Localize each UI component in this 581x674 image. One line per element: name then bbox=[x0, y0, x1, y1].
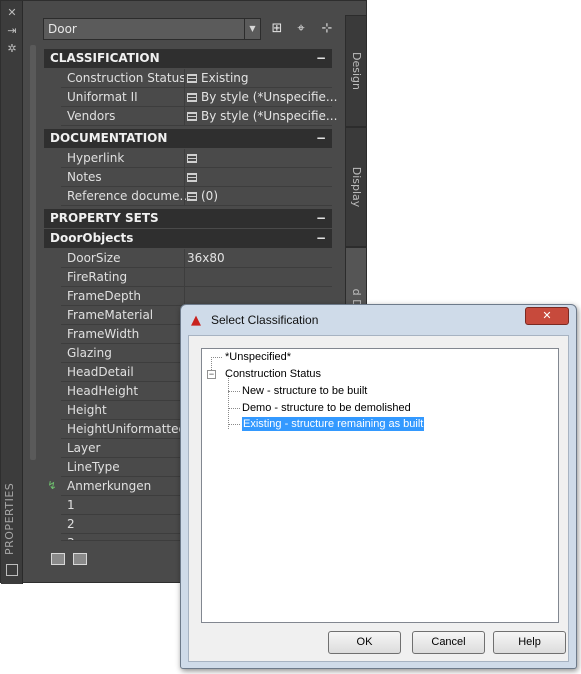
add-property-set-icon[interactable] bbox=[51, 553, 65, 565]
property-label: FrameDepth bbox=[67, 289, 141, 303]
property-label: HeightUniformatted bbox=[67, 422, 187, 436]
property-row[interactable]: Hyperlink bbox=[61, 149, 332, 168]
tree-line bbox=[228, 408, 240, 409]
property-row[interactable]: Construction Status Existing bbox=[61, 69, 332, 88]
property-value: Existing bbox=[201, 71, 249, 85]
property-row[interactable]: DoorSize 36x80 bbox=[61, 249, 332, 268]
tree-line bbox=[228, 424, 240, 425]
value-cell[interactable] bbox=[184, 168, 332, 187]
autocad-logo-icon: ▲ bbox=[191, 313, 201, 328]
value-cell[interactable] bbox=[184, 149, 332, 168]
property-label: 1 bbox=[67, 498, 75, 512]
property-row[interactable]: Vendors By style (*Unspecifie... bbox=[61, 107, 337, 126]
property-label: DoorSize bbox=[67, 251, 121, 265]
property-label: FireRating bbox=[67, 270, 128, 284]
collapse-expander-icon[interactable]: − bbox=[207, 370, 216, 379]
section-classification[interactable]: CLASSIFICATION − bbox=[44, 49, 332, 68]
collapse-icon[interactable]: − bbox=[316, 209, 326, 228]
property-label: 2 bbox=[67, 517, 75, 531]
data-format-icon: ↯ bbox=[47, 479, 57, 492]
property-label: FrameMaterial bbox=[67, 308, 154, 322]
toggle-pickadd-icon[interactable]: ⊹ bbox=[319, 21, 335, 37]
tree-line bbox=[211, 357, 222, 358]
property-row[interactable]: Notes bbox=[61, 168, 332, 187]
palette-title-strip[interactable]: ✕ ⇥ ✲ PROPERTIES bbox=[1, 1, 23, 584]
section-title: DoorObjects bbox=[50, 231, 134, 245]
property-label: Anmerkungen bbox=[67, 479, 152, 493]
scrollbar[interactable] bbox=[30, 45, 36, 460]
list-icon[interactable] bbox=[187, 192, 197, 201]
section-title: CLASSIFICATION bbox=[50, 51, 160, 65]
section-property-sets[interactable]: PROPERTY SETS − bbox=[44, 209, 332, 228]
property-value: (0) bbox=[201, 189, 218, 203]
property-label: Vendors bbox=[67, 109, 116, 123]
section-title: DOCUMENTATION bbox=[50, 131, 168, 145]
remove-property-set-icon[interactable] bbox=[73, 553, 87, 565]
property-label: Layer bbox=[67, 441, 101, 455]
property-label: Height bbox=[67, 403, 107, 417]
ok-button[interactable]: OK bbox=[328, 631, 401, 654]
quick-select-icon[interactable]: ⊞ bbox=[269, 21, 285, 37]
property-label: HeadDetail bbox=[67, 365, 134, 379]
list-icon[interactable] bbox=[187, 93, 197, 102]
autohide-icon[interactable]: ⇥ bbox=[6, 25, 18, 37]
chevron-down-icon[interactable]: ▼ bbox=[244, 19, 260, 39]
property-label: LineType bbox=[67, 460, 120, 474]
list-icon[interactable] bbox=[187, 173, 197, 182]
collapse-icon[interactable]: − bbox=[316, 129, 326, 148]
palette-menu-icon[interactable] bbox=[6, 564, 18, 576]
property-label: Construction Status bbox=[67, 71, 186, 85]
property-row[interactable]: FireRating bbox=[61, 268, 332, 287]
close-button[interactable]: ✕ bbox=[525, 307, 569, 325]
tree-line bbox=[228, 391, 240, 392]
classification-tree[interactable]: *Unspecified* − Construction Status New … bbox=[201, 348, 559, 623]
tree-item-new[interactable]: New - structure to be built bbox=[242, 384, 367, 398]
tab-display[interactable]: Display bbox=[345, 127, 367, 247]
property-label: Reference docume... bbox=[67, 189, 191, 203]
settings-icon[interactable]: ✲ bbox=[6, 43, 18, 55]
property-label: Hyperlink bbox=[67, 151, 125, 165]
object-type-select[interactable]: Door ▼ bbox=[43, 18, 261, 40]
property-label: Glazing bbox=[67, 346, 112, 360]
property-label: Uniformat II bbox=[67, 90, 138, 104]
help-button[interactable]: Help bbox=[493, 631, 566, 654]
list-icon[interactable] bbox=[187, 112, 197, 121]
value-cell[interactable] bbox=[184, 268, 332, 287]
cancel-button[interactable]: Cancel bbox=[412, 631, 485, 654]
tab-design[interactable]: Design bbox=[345, 15, 367, 127]
section-door-objects[interactable]: DoorObjects − bbox=[44, 229, 332, 248]
property-label: Notes bbox=[67, 170, 102, 184]
palette-title: PROPERTIES bbox=[3, 482, 16, 555]
object-type-value: Door bbox=[48, 22, 77, 36]
collapse-icon[interactable]: − bbox=[316, 229, 326, 248]
property-value: By style (*Unspecifie... bbox=[201, 90, 338, 104]
property-value: 36x80 bbox=[187, 251, 225, 265]
tree-item-existing[interactable]: Existing - structure remaining as built bbox=[242, 417, 425, 431]
dialog-title: Select Classification bbox=[211, 313, 319, 327]
property-label: FrameWidth bbox=[67, 327, 140, 341]
select-classification-dialog: ▲ Select Classification ✕ *Unspecified* … bbox=[180, 304, 577, 669]
tree-line bbox=[228, 375, 229, 429]
section-title: PROPERTY SETS bbox=[50, 211, 159, 225]
dialog-body: *Unspecified* − Construction Status New … bbox=[188, 335, 569, 662]
collapse-icon[interactable]: − bbox=[316, 49, 326, 68]
tree-item-construction-status[interactable]: Construction Status bbox=[225, 367, 321, 381]
tree-item-unspecified[interactable]: *Unspecified* bbox=[225, 350, 291, 364]
list-icon[interactable] bbox=[187, 154, 197, 163]
list-icon[interactable] bbox=[187, 74, 197, 83]
property-label: 3 bbox=[67, 534, 75, 540]
section-documentation[interactable]: DOCUMENTATION − bbox=[44, 129, 332, 148]
property-row[interactable]: Uniformat II By style (*Unspecifie... bbox=[61, 88, 337, 107]
pick-objects-icon[interactable]: ⌖ bbox=[293, 21, 309, 37]
close-icon[interactable]: ✕ bbox=[6, 7, 18, 19]
property-row[interactable]: Reference docume... (0) bbox=[61, 187, 332, 206]
property-label: HeadHeight bbox=[67, 384, 139, 398]
tree-item-demo[interactable]: Demo - structure to be demolished bbox=[242, 401, 411, 415]
property-value: By style (*Unspecifie... bbox=[201, 109, 338, 123]
